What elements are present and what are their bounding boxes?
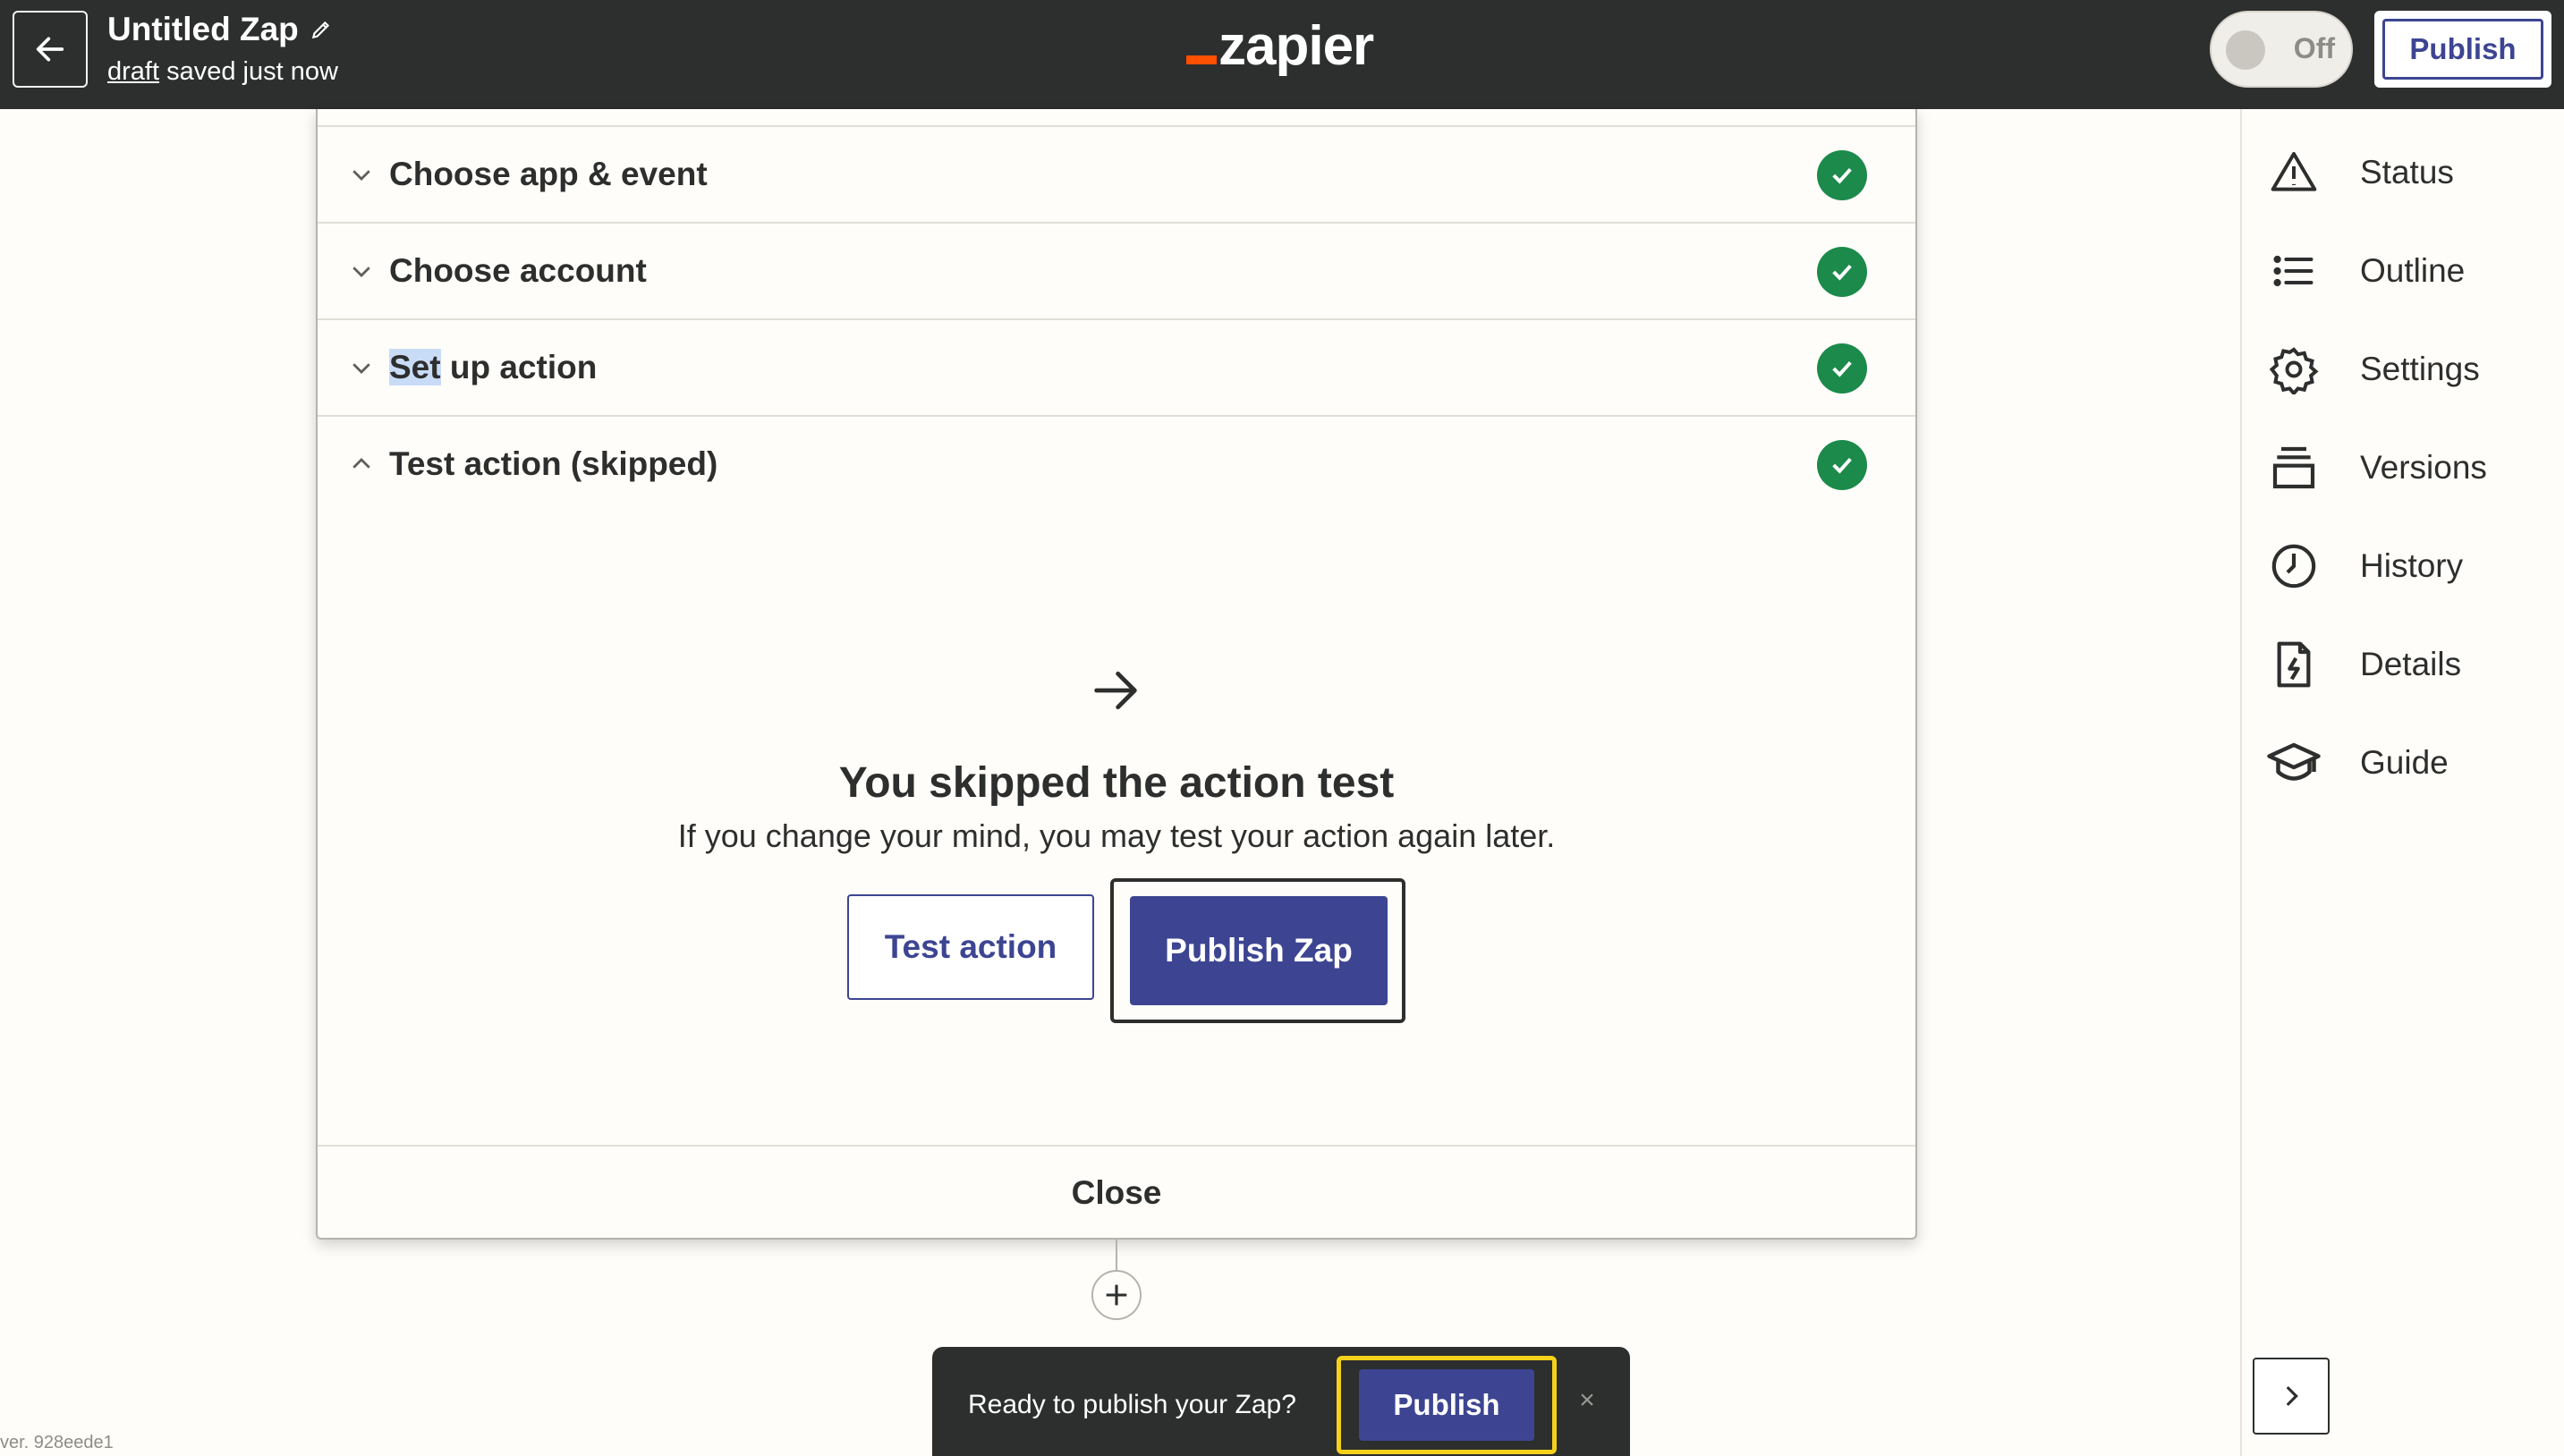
- sidebar-item-versions[interactable]: Versions: [2265, 436, 2487, 499]
- skipped-subtitle: If you change your mind, you may test yo…: [677, 817, 1556, 854]
- check-circle-icon: [1817, 247, 1867, 297]
- section-test-action[interactable]: Test action (skipped): [318, 417, 1915, 512]
- check-circle-icon: [1817, 150, 1867, 200]
- arrow-left-icon: [36, 37, 64, 62]
- section-set-up-action[interactable]: Set up action: [318, 320, 1915, 417]
- toast-message: Ready to publish your Zap?: [968, 1390, 1296, 1419]
- header-publish-button[interactable]: Publish: [2374, 11, 2551, 88]
- right-sidebar: Status Outline Settings Versions History…: [2240, 109, 2564, 1456]
- zapier-logo: zapier: [1186, 14, 1374, 78]
- section-choose-app-event[interactable]: Choose app & event: [318, 127, 1915, 224]
- gear-icon: [2265, 341, 2322, 398]
- skipped-title: You skipped the action test: [838, 759, 1395, 807]
- sidebar-item-label: Details: [2360, 646, 2462, 682]
- close-icon[interactable]: ×: [1571, 1384, 1603, 1417]
- toggle-label: Off: [2293, 32, 2335, 64]
- sidebar-item-label: Versions: [2360, 449, 2487, 486]
- warning-triangle-icon: [2265, 144, 2322, 201]
- section-title: Set up action: [389, 349, 597, 386]
- close-button[interactable]: Close: [318, 1145, 1915, 1240]
- save-status: draft saved just now: [107, 57, 338, 87]
- sidebar-item-label: Settings: [2360, 351, 2480, 387]
- sidebar-item-status[interactable]: Status: [2265, 141, 2454, 204]
- logo-text: zapier: [1218, 15, 1374, 77]
- section-title: Choose app & event: [389, 156, 708, 192]
- test-action-button[interactable]: Test action: [847, 894, 1094, 1000]
- back-button[interactable]: [13, 11, 88, 88]
- sidebar-collapse-button[interactable]: [2253, 1358, 2330, 1435]
- publish-zap-button[interactable]: Publish Zap: [1130, 896, 1388, 1005]
- check-circle-icon: [1817, 343, 1867, 394]
- sidebar-item-label: Outline: [2360, 252, 2466, 289]
- toast-publish-button[interactable]: Publish: [1359, 1369, 1534, 1441]
- chevron-down-icon: [341, 154, 382, 195]
- zap-title[interactable]: Untitled Zap: [107, 11, 333, 48]
- toggle-knob: [2226, 30, 2265, 70]
- zap-on-off-toggle[interactable]: Off: [2210, 11, 2353, 88]
- add-step-button[interactable]: [1091, 1270, 1142, 1320]
- draft-link[interactable]: draft: [107, 57, 159, 86]
- saved-text: saved just now: [166, 57, 338, 86]
- sidebar-item-settings[interactable]: Settings: [2265, 338, 2480, 401]
- sidebar-item-label: Status: [2360, 154, 2454, 190]
- sidebar-item-outline[interactable]: Outline: [2265, 240, 2465, 302]
- chevron-right-icon: [2286, 1385, 2298, 1407]
- section-title: Test action (skipped): [389, 445, 718, 482]
- sidebar-item-history[interactable]: History: [2265, 535, 2463, 597]
- section-choose-account[interactable]: Choose account: [318, 224, 1915, 320]
- graduation-cap-icon: [2265, 734, 2322, 791]
- sidebar-item-details[interactable]: Details: [2265, 633, 2461, 696]
- arrow-right-icon: [1094, 671, 1137, 710]
- version-label: ver. 928eede1: [0, 1433, 114, 1452]
- toast-publish-focus-ring[interactable]: Publish: [1337, 1356, 1557, 1454]
- top-bar: Untitled Zap draft saved just now zapier…: [0, 0, 2564, 109]
- chevron-up-icon: [341, 444, 382, 485]
- step-editor-panel: Choose app & event Choose account Set up…: [316, 109, 1917, 1240]
- chevron-down-icon: [341, 347, 382, 388]
- section-title-rest: up action: [440, 349, 598, 385]
- selected-text: Set: [389, 349, 441, 385]
- logo-dash: [1186, 55, 1217, 64]
- check-circle-icon: [1817, 440, 1867, 490]
- pencil-icon[interactable]: [310, 18, 333, 41]
- step-connector: [1116, 1240, 1117, 1272]
- plus-icon: [1106, 1284, 1127, 1306]
- layers-icon: [2265, 439, 2322, 496]
- zap-title-text: Untitled Zap: [107, 11, 299, 47]
- file-bolt-icon: [2265, 636, 2322, 693]
- publish-toast: Ready to publish your Zap? Publish ×: [932, 1347, 1630, 1456]
- chevron-down-icon: [341, 250, 382, 292]
- publish-zap-button-focus-ring[interactable]: Publish Zap: [1110, 878, 1405, 1023]
- sidebar-item-label: History: [2360, 547, 2464, 584]
- sidebar-item-guide[interactable]: Guide: [2265, 732, 2449, 794]
- section-title: Choose account: [389, 252, 647, 289]
- clock-icon: [2265, 538, 2322, 595]
- header-publish-label: Publish: [2382, 19, 2543, 80]
- list-icon: [2265, 242, 2322, 300]
- sidebar-item-label: Guide: [2360, 744, 2449, 781]
